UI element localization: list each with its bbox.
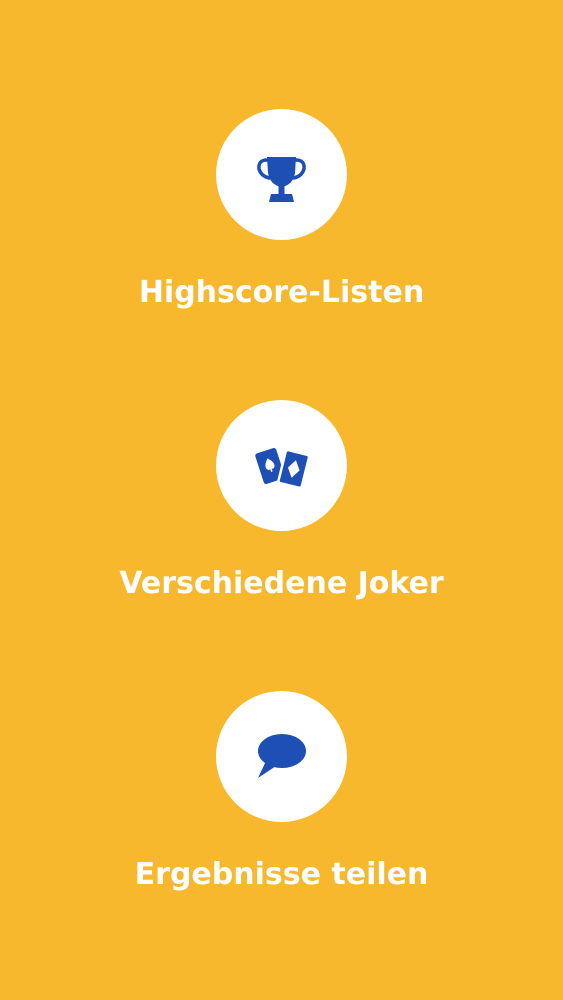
feature-label: Highscore-Listen [138,275,425,310]
trophy-icon [216,109,347,240]
feature-label: Ergebnisse teilen [134,857,429,892]
feature-joker: Verschiedene Joker [0,400,563,610]
speech-bubble-icon [216,691,347,822]
feature-highscore: Highscore-Listen [0,109,563,319]
feature-share: Ergebnisse teilen [0,691,563,901]
feature-label: Verschiedene Joker [119,566,444,601]
playing-cards-icon [216,400,347,531]
